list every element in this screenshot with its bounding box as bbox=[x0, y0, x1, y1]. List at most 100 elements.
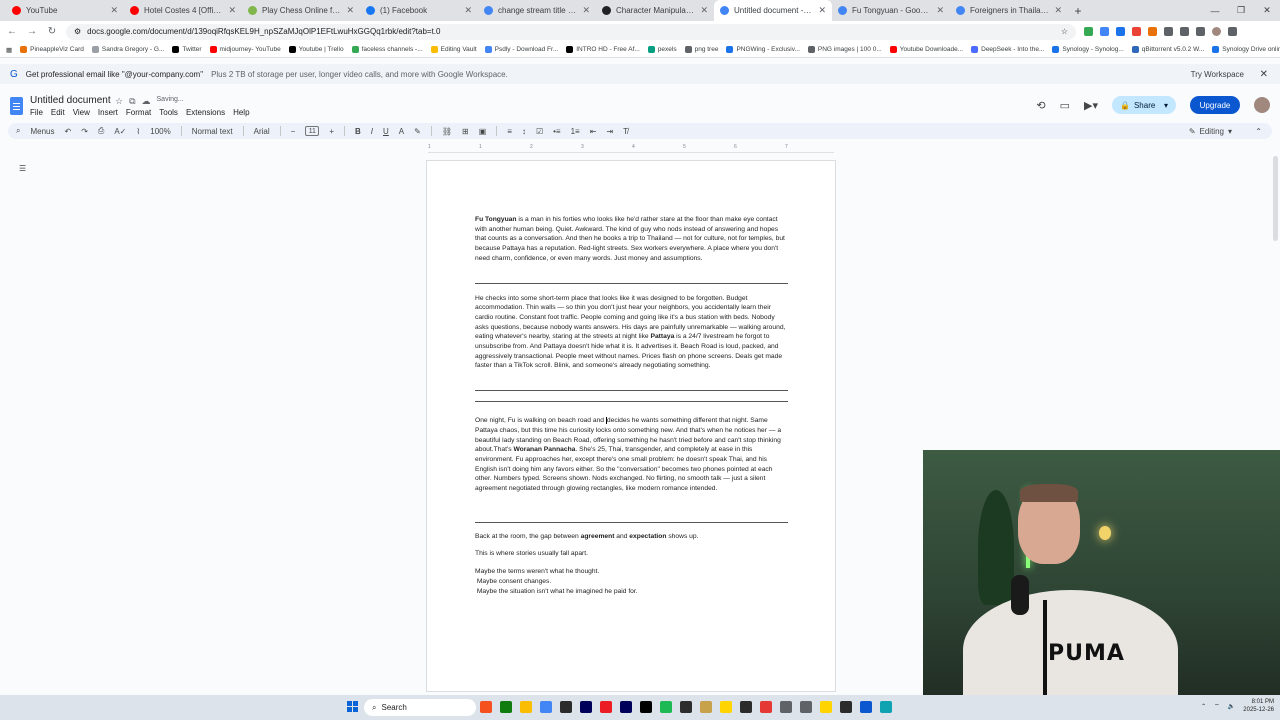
bookmark-item[interactable]: Youtube | Trello bbox=[288, 46, 344, 53]
align-icon[interactable]: ≡ bbox=[507, 127, 512, 136]
menu-item[interactable]: View bbox=[73, 108, 90, 117]
menu-item[interactable]: Format bbox=[126, 108, 151, 117]
spellcheck-icon[interactable]: A✓ bbox=[114, 127, 126, 136]
menu-item[interactable]: Edit bbox=[51, 108, 65, 117]
bookmark-item[interactable]: png tree bbox=[684, 46, 718, 53]
docs-logo-icon[interactable] bbox=[10, 97, 23, 115]
reload-icon[interactable]: ↻ bbox=[46, 26, 58, 37]
bookmark-item[interactable]: Synology Drive online bbox=[1212, 46, 1280, 53]
capcut-icon[interactable] bbox=[640, 701, 652, 713]
new-tab-icon[interactable]: + bbox=[1068, 0, 1088, 21]
document-title[interactable]: Untitled document bbox=[30, 95, 111, 106]
try-workspace-link[interactable]: Try Workspace bbox=[1191, 70, 1244, 79]
document-page[interactable]: Fu Tongyuan is a man in his forties who … bbox=[427, 161, 835, 691]
puzzle-icon[interactable] bbox=[1164, 27, 1173, 36]
volume-icon[interactable]: 🔈 bbox=[1228, 703, 1235, 710]
app-icon[interactable] bbox=[780, 701, 792, 713]
menu-item[interactable]: Help bbox=[233, 108, 249, 117]
extension-icon[interactable] bbox=[1148, 27, 1157, 36]
document-body[interactable]: Fu Tongyuan is a man in his forties who … bbox=[475, 215, 788, 615]
bookmark-item[interactable]: Youtube Downloade... bbox=[889, 46, 963, 53]
font-size-input[interactable]: 11 bbox=[305, 126, 320, 136]
close-tab-icon[interactable]: ✕ bbox=[936, 5, 944, 16]
scrollbar[interactable] bbox=[1273, 156, 1278, 241]
move-folder-icon[interactable]: ⧉ bbox=[129, 96, 135, 107]
premiere-icon[interactable] bbox=[620, 701, 632, 713]
text-color-icon[interactable]: A bbox=[399, 127, 404, 136]
comment-icon[interactable]: ⊞ bbox=[462, 127, 469, 136]
after-effects-icon[interactable] bbox=[580, 701, 592, 713]
bookmark-item[interactable]: PineappleViz Card bbox=[20, 46, 84, 53]
browser-tab[interactable]: Hotel Costes 4 [Official Full ✕ bbox=[124, 0, 242, 21]
chevron-up-icon[interactable]: ⌃ bbox=[1201, 703, 1206, 710]
app-icon[interactable] bbox=[800, 701, 812, 713]
bookmark-item[interactable]: pexels bbox=[647, 46, 677, 53]
style-select[interactable]: Normal text bbox=[192, 127, 233, 136]
editing-mode-select[interactable]: ✎ Editing ▾ bbox=[1189, 127, 1232, 136]
app-icon[interactable] bbox=[860, 701, 872, 713]
forward-icon[interactable]: → bbox=[26, 26, 38, 37]
download-icon[interactable] bbox=[1180, 27, 1189, 36]
clock[interactable]: 8:01 PM 2025-12-26 bbox=[1243, 698, 1274, 714]
app-icon[interactable] bbox=[560, 701, 572, 713]
back-icon[interactable]: ← bbox=[6, 26, 18, 37]
app-icon[interactable] bbox=[820, 701, 832, 713]
extension-icon[interactable] bbox=[1100, 27, 1109, 36]
browser-tab[interactable]: Character Manipulation - AI Im ✕ bbox=[596, 0, 714, 21]
redo-icon[interactable]: ↷ bbox=[81, 127, 88, 136]
app-icon[interactable] bbox=[880, 701, 892, 713]
document-outline-icon[interactable]: ☰ bbox=[19, 164, 26, 173]
meet-icon[interactable]: ▶▾ bbox=[1084, 99, 1098, 112]
browser-tab[interactable]: Untitled document - Google Do ✕ bbox=[714, 0, 832, 21]
app-icon[interactable] bbox=[500, 701, 512, 713]
upgrade-button[interactable]: Upgrade bbox=[1190, 96, 1240, 114]
bullet-list-icon[interactable]: •≡ bbox=[553, 127, 560, 136]
url-field[interactable]: ⚙ docs.google.com/document/d/139oqiRfqsK… bbox=[66, 23, 1076, 40]
image-icon[interactable]: ▣ bbox=[479, 127, 487, 136]
close-tab-icon[interactable]: ✕ bbox=[1054, 5, 1062, 16]
bookmark-item[interactable]: Synology - Synolog... bbox=[1052, 46, 1124, 53]
folder-icon[interactable] bbox=[520, 701, 532, 713]
indent-increase-icon[interactable]: ⇥ bbox=[606, 127, 613, 136]
comments-icon[interactable]: ▭ bbox=[1060, 99, 1070, 112]
browser-tab[interactable]: Play Chess Online for FREE - 2 ✕ bbox=[242, 0, 360, 21]
extension-icon[interactable] bbox=[1084, 27, 1093, 36]
close-tab-icon[interactable]: ✕ bbox=[228, 5, 236, 16]
bookmark-star-icon[interactable]: ☆ bbox=[1061, 27, 1068, 36]
bookmark-item[interactable]: PNG images | 100 0... bbox=[807, 46, 882, 53]
browser-tab[interactable]: (1) Facebook ✕ bbox=[360, 0, 478, 21]
bookmark-item[interactable]: DeepSeek - Into the... bbox=[971, 46, 1044, 53]
apps-grid-icon[interactable]: ▦ bbox=[6, 46, 12, 54]
link-icon[interactable]: ⛓ bbox=[442, 127, 452, 136]
bookmark-item[interactable]: faceless channels -... bbox=[351, 46, 423, 53]
close-tab-icon[interactable]: ✕ bbox=[464, 5, 472, 16]
line-spacing-icon[interactable]: ↕ bbox=[522, 127, 526, 136]
browser-tab[interactable]: change stream title kick - Goog ✕ bbox=[478, 0, 596, 21]
numbered-list-icon[interactable]: 1≡ bbox=[571, 127, 580, 136]
menu-item[interactable]: Extensions bbox=[186, 108, 225, 117]
bold-icon[interactable]: B bbox=[355, 127, 361, 136]
bookmark-item[interactable]: Twitter bbox=[172, 46, 202, 53]
site-info-icon[interactable]: ⚙ bbox=[74, 27, 81, 36]
extension-icon[interactable] bbox=[1132, 27, 1141, 36]
bookmark-item[interactable]: Sandra Gregory - G... bbox=[91, 46, 164, 53]
profile-avatar[interactable] bbox=[1212, 27, 1221, 36]
minimize-icon[interactable]: — bbox=[1202, 0, 1228, 21]
menus-search-label[interactable]: Menus bbox=[30, 127, 54, 136]
bookmark-item[interactable]: Editing Vault bbox=[430, 46, 477, 53]
app-icon[interactable] bbox=[660, 701, 672, 713]
avatar[interactable] bbox=[1254, 97, 1270, 113]
maximize-icon[interactable]: ❐ bbox=[1228, 0, 1254, 21]
browser-menu-icon[interactable] bbox=[1228, 27, 1237, 36]
menu-item[interactable]: Insert bbox=[98, 108, 118, 117]
app-icon[interactable] bbox=[740, 701, 752, 713]
close-icon[interactable]: ✕ bbox=[1260, 69, 1268, 80]
bookmark-item[interactable]: midjourney- YouTube bbox=[209, 46, 281, 53]
app-icon[interactable] bbox=[760, 701, 772, 713]
zoom-select[interactable]: 100% bbox=[150, 127, 170, 136]
bookmark-item[interactable]: qBittorrent v5.0.2 W... bbox=[1131, 46, 1204, 53]
chevron-up-icon[interactable]: ⌃ bbox=[1255, 127, 1262, 136]
star-icon[interactable]: ☆ bbox=[115, 96, 123, 107]
chevron-down-icon[interactable]: ▾ bbox=[1164, 101, 1168, 110]
clear-format-icon[interactable]: T̸ bbox=[623, 127, 628, 136]
